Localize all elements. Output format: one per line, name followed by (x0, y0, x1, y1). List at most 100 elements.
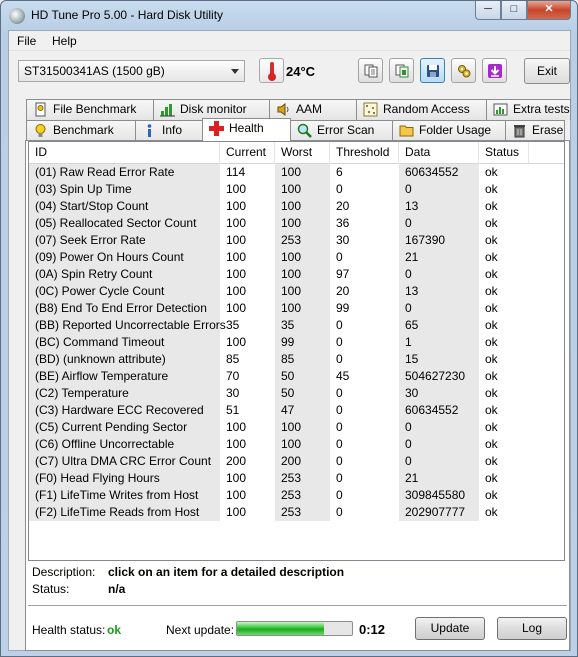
update-button[interactable]: Update (415, 617, 485, 640)
table-row[interactable]: (C2) Temperature 30 50 0 30 ok (29, 385, 564, 402)
cell-id: (01) Raw Read Error Rate (29, 164, 220, 181)
table-row[interactable]: (09) Power On Hours Count 100 100 0 21 ok (29, 249, 564, 266)
cell-id: (F0) Head Flying Hours (29, 470, 220, 487)
health-cross-icon (209, 121, 224, 136)
copy-text-button[interactable] (358, 58, 383, 83)
cell-data: 0 (399, 215, 479, 232)
tab-random-access[interactable]: Random Access (356, 99, 487, 120)
table-row[interactable]: (0A) Spin Retry Count 100 100 97 0 ok (29, 266, 564, 283)
table-row[interactable]: (C7) Ultra DMA CRC Error Count 200 200 0 0 ok (29, 453, 564, 470)
cell-data: 21 (399, 470, 479, 487)
smart-attributes-table[interactable]: ID Current Worst Threshold Data Status (… (28, 141, 565, 561)
exit-button[interactable]: Exit (524, 58, 570, 84)
table-row[interactable]: (F0) Head Flying Hours 100 253 0 21 ok (29, 470, 564, 487)
table-row[interactable]: (03) Spin Up Time 100 100 0 0 ok (29, 181, 564, 198)
table-row[interactable]: (05) Reallocated Sector Count 100 100 36 0 ok (29, 215, 564, 232)
tab-info[interactable]: Info (135, 120, 203, 141)
cell-data: 13 (399, 198, 479, 215)
tab-extra-tests[interactable]: Extra tests (486, 99, 571, 120)
cell-current: 100 (226, 301, 247, 315)
copy-info-button[interactable] (389, 58, 414, 83)
drive-select-value: ST31500341AS (1500 gB) (24, 64, 165, 78)
tab-label: Extra tests (513, 102, 570, 116)
cell-status: ok (485, 318, 498, 332)
table-row[interactable]: (C6) Offline Uncorrectable 100 100 0 0 ok (29, 436, 564, 453)
cell-id: (BD) (unknown attribute) (29, 351, 220, 368)
cell-worst: 100 (275, 436, 330, 453)
menu-help[interactable]: Help (52, 34, 77, 48)
table-row[interactable]: (B8) End To End Error Detection 100 100 99 0… (29, 300, 564, 317)
lightbulb-icon (35, 124, 46, 137)
table-row[interactable]: (C3) Hardware ECC Recovered 51 47 0 60634552… (29, 402, 564, 419)
download-button[interactable] (482, 58, 507, 83)
tab-benchmark[interactable]: Benchmark (26, 120, 136, 141)
tab-aam[interactable]: AAM (269, 99, 357, 120)
column-header-status[interactable]: Status (479, 142, 529, 164)
title-bar[interactable]: HD Tune Pro 5.00 - Hard Disk Utility ─ □… (1, 1, 577, 30)
table-row[interactable]: (BC) Command Timeout 100 99 0 1 ok (29, 334, 564, 351)
close-button[interactable]: ✕ (527, 1, 571, 20)
options-button[interactable] (451, 58, 476, 83)
column-header-data[interactable]: Data (399, 142, 479, 164)
cell-worst: 100 (275, 181, 330, 198)
cell-id: (F2) LifeTime Reads from Host (29, 504, 220, 521)
cell-data: 0 (399, 419, 479, 436)
tab-label: Error Scan (317, 123, 375, 137)
column-header-worst[interactable]: Worst (275, 142, 330, 164)
table-row[interactable]: (BB) Reported Uncorrectable Errors 35 35 0 6… (29, 317, 564, 334)
cell-worst: 253 (275, 232, 330, 249)
log-button[interactable]: Log (497, 617, 567, 640)
column-header-id[interactable]: ID (29, 142, 220, 164)
menu-file[interactable]: File (17, 34, 36, 48)
cell-current: 100 (226, 233, 247, 247)
status-value: n/a (108, 582, 126, 596)
cell-status: ok (485, 386, 498, 400)
cell-threshold: 0 (336, 352, 343, 366)
cell-worst: 100 (275, 164, 330, 181)
table-row[interactable]: (01) Raw Read Error Rate 114 100 6 60634552 o… (29, 164, 564, 181)
cell-threshold: 0 (336, 437, 343, 451)
save-button[interactable] (420, 58, 445, 83)
tab-disk-monitor[interactable]: Disk monitor (153, 99, 270, 120)
table-row[interactable]: (F2) LifeTime Reads from Host 100 253 0 2029… (29, 504, 564, 521)
tab-health[interactable]: Health (202, 118, 291, 141)
cell-worst: 47 (275, 402, 330, 419)
cell-data: 15 (399, 351, 479, 368)
table-row[interactable]: (F1) LifeTime Writes from Host 100 253 0 309… (29, 487, 564, 504)
drive-select[interactable]: ST31500341AS (1500 gB) (18, 60, 245, 82)
chevron-down-icon (231, 69, 239, 74)
cell-threshold: 20 (336, 199, 350, 213)
maximize-button[interactable]: □ (501, 1, 527, 20)
tab-erase[interactable]: Erase (505, 120, 565, 141)
cell-threshold: 0 (336, 386, 343, 400)
cell-status: ok (485, 233, 498, 247)
random-access-icon (363, 102, 378, 117)
table-row[interactable]: (04) Start/Stop Count 100 100 20 13 ok (29, 198, 564, 215)
cell-data: 21 (399, 249, 479, 266)
table-row[interactable]: (0C) Power Cycle Count 100 100 20 13 ok (29, 283, 564, 300)
table-row[interactable]: (07) Seek Error Rate 100 253 30 167390 ok (29, 232, 564, 249)
cell-current: 200 (226, 454, 247, 468)
cell-status: ok (485, 199, 498, 213)
cell-data: 309845580 (399, 487, 479, 504)
cell-status: ok (485, 301, 498, 315)
cell-status: ok (485, 488, 498, 502)
minimize-button[interactable]: ─ (475, 1, 501, 20)
cell-id: (BB) Reported Uncorrectable Errors (29, 317, 226, 334)
table-row[interactable]: (BD) (unknown attribute) 85 85 0 15 ok (29, 351, 564, 368)
tab-file-benchmark[interactable]: File Benchmark (26, 99, 154, 120)
cell-current: 100 (226, 437, 247, 451)
table-row[interactable]: (C5) Current Pending Sector 100 100 0 0 ok (29, 419, 564, 436)
cell-threshold: 99 (336, 301, 350, 315)
temperature-readout: 24°C (286, 64, 316, 79)
table-row[interactable]: (BE) Airflow Temperature 70 50 45 504627230 o… (29, 368, 564, 385)
column-header-current[interactable]: Current (220, 142, 275, 164)
tab-folder-usage[interactable]: Folder Usage (392, 120, 506, 141)
tab-row-top: File Benchmark Disk monitor AAM Random A… (26, 99, 571, 120)
cell-data: 202907777 (399, 504, 479, 521)
cell-current: 30 (226, 386, 240, 400)
tab-label: Random Access (383, 102, 470, 116)
progress-fill (237, 622, 325, 635)
tab-error-scan[interactable]: Error Scan (290, 120, 393, 141)
column-header-threshold[interactable]: Threshold (330, 142, 399, 164)
